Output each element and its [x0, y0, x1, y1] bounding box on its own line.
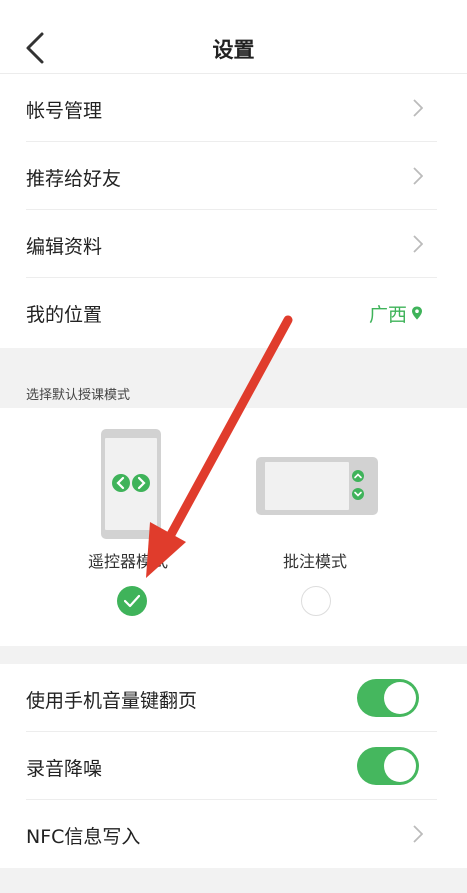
edit-profile-item[interactable]: 编辑资料	[0, 210, 467, 278]
nfc-write-label: NFC信息写入	[26, 826, 141, 848]
chevron-right-icon	[413, 235, 423, 253]
section-gap	[0, 646, 467, 664]
noise-reduction-toggle[interactable]	[357, 747, 419, 785]
my-location-label: 我的位置	[26, 304, 103, 326]
noise-reduction-label: 录音降噪	[26, 758, 103, 780]
account-management-label: 帐号管理	[26, 100, 103, 122]
recommend-friend-item[interactable]: 推荐给好友	[0, 142, 467, 210]
mode-selection-area	[0, 408, 467, 646]
noise-reduction-item: 录音降噪	[0, 732, 467, 800]
toggle-knob	[384, 750, 416, 782]
toggle-knob	[384, 682, 416, 714]
my-location-item[interactable]: 我的位置 广西	[0, 278, 467, 348]
bottom-gap	[0, 868, 467, 893]
edit-profile-label: 编辑资料	[26, 236, 103, 258]
remote-mode-radio[interactable]	[117, 586, 147, 616]
chevron-right-icon	[413, 167, 423, 185]
location-pin-icon	[412, 306, 422, 320]
account-management-item[interactable]: 帐号管理	[0, 74, 467, 142]
checkmark-icon	[124, 594, 140, 608]
phone-portrait-icon[interactable]	[100, 428, 162, 540]
nfc-write-item[interactable]: NFC信息写入	[0, 800, 467, 868]
volume-key-page-toggle[interactable]	[357, 679, 419, 717]
volume-key-page-item: 使用手机音量键翻页	[0, 664, 467, 732]
phone-landscape-icon[interactable]	[255, 456, 379, 516]
recommend-friend-label: 推荐给好友	[26, 168, 122, 190]
annotation-mode-label[interactable]: 批注模式	[283, 548, 347, 572]
remote-mode-label[interactable]: 遥控器模式	[88, 548, 168, 572]
volume-key-page-label: 使用手机音量键翻页	[26, 690, 198, 712]
location-value: 广西	[368, 304, 407, 326]
default-mode-section-label: 选择默认授课模式	[26, 388, 131, 403]
header: 设置	[0, 0, 467, 74]
chevron-right-icon	[413, 99, 423, 117]
annotation-mode-radio[interactable]	[301, 586, 331, 616]
chevron-right-icon	[413, 825, 423, 843]
page-title: 设置	[212, 38, 255, 62]
